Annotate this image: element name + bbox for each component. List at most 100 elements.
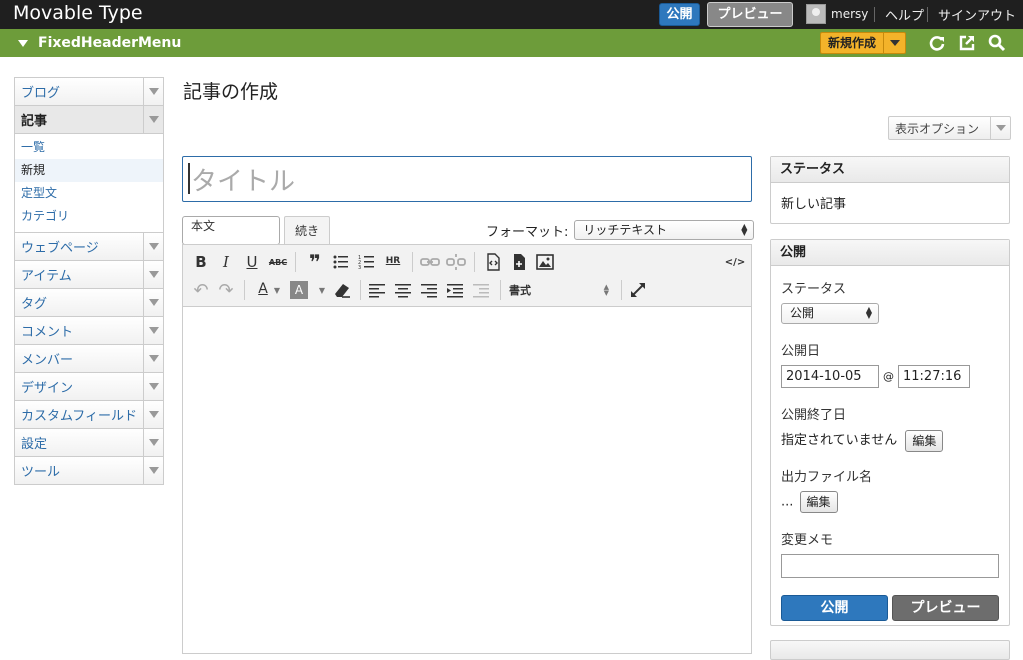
new-button[interactable]: 新規作成 (820, 32, 884, 54)
edit-unpublish-button[interactable]: 編集 (905, 429, 944, 452)
chevron-down-icon[interactable] (143, 401, 163, 428)
new-menu[interactable]: 新規作成 (820, 32, 907, 54)
sidebar-item-label: 記事 (21, 114, 48, 129)
avatar (806, 4, 826, 24)
sidebar-item-assets[interactable]: アイテム (15, 261, 163, 289)
sidebar-item-design[interactable]: デザイン (15, 373, 163, 401)
view-site-icon[interactable] (958, 34, 976, 52)
chevron-down-icon[interactable] (143, 289, 163, 316)
align-left-icon[interactable] (366, 279, 388, 301)
signout-link[interactable]: サインアウト (938, 5, 1016, 24)
strikethrough-icon[interactable]: ABC (267, 251, 289, 273)
eraser-icon[interactable] (331, 279, 353, 301)
undo-icon[interactable]: ↶ (190, 279, 212, 301)
bold-icon[interactable]: B (190, 251, 212, 273)
sidebar-item-tags[interactable]: タグ (15, 289, 163, 317)
new-dropdown-toggle[interactable] (883, 32, 907, 54)
top-bar: Movable Type 公開 プレビュー mersy ヘルプ サインアウト (0, 0, 1023, 29)
insert-image-icon[interactable] (534, 251, 556, 273)
chevron-down-icon[interactable] (143, 78, 163, 105)
link-icon[interactable] (419, 251, 441, 273)
sidebar-item-label: カスタムフィールド (21, 409, 137, 424)
sidebar-item-settings[interactable]: 設定 (15, 429, 163, 457)
preview-button-top[interactable]: プレビュー (707, 2, 793, 27)
sidebar-item-comments[interactable]: コメント (15, 317, 163, 345)
title-input[interactable]: タイトル (182, 156, 752, 202)
sidebar-item-tools[interactable]: ツール (15, 457, 163, 485)
chevron-down-icon[interactable] (143, 317, 163, 344)
submenu-item-boilerplate[interactable]: 定型文 (15, 182, 163, 205)
html-toggle-icon[interactable]: </> (723, 251, 747, 273)
align-right-icon[interactable] (418, 279, 440, 301)
align-center-icon[interactable] (392, 279, 414, 301)
user-menu[interactable]: mersy (806, 3, 868, 25)
editor-content-area[interactable] (183, 307, 751, 647)
status-select[interactable]: 公開 ▲ ▼ (781, 303, 879, 324)
divider (874, 7, 875, 22)
format-select[interactable]: リッチテキスト ▲ ▼ (574, 220, 755, 240)
chevron-down-icon[interactable] (143, 345, 163, 372)
output-file-value: ... (781, 494, 794, 509)
block-format-select[interactable]: 書式 ▲ ▼ (509, 279, 609, 301)
publish-time-input[interactable]: 11:27:16 (898, 365, 970, 388)
italic-icon[interactable]: I (215, 251, 237, 273)
publish-date-label: 公開日 (781, 344, 821, 359)
outdent-icon[interactable] (470, 279, 492, 301)
submenu-item-new[interactable]: 新規 (15, 159, 163, 182)
chevron-down-icon[interactable]: ▼ (271, 279, 283, 301)
background-color-icon[interactable]: A (290, 281, 308, 299)
divider (927, 7, 928, 22)
tab-more[interactable]: 続き (284, 216, 331, 244)
blockquote-icon[interactable]: ❞ (304, 250, 326, 274)
publish-button[interactable]: 公開 (781, 594, 888, 621)
chevron-down-icon[interactable] (143, 261, 163, 288)
insert-file-icon[interactable] (508, 251, 530, 273)
search-icon[interactable] (988, 34, 1006, 52)
updown-icon: ▲ ▼ (865, 305, 872, 320)
sidebar-item-label: コメント (21, 325, 74, 340)
unpublish-date-value: 指定されていません (781, 433, 898, 448)
indent-icon[interactable] (444, 279, 466, 301)
chevron-down-icon[interactable] (143, 429, 163, 456)
submenu-item-categories[interactable]: カテゴリ (15, 205, 163, 228)
help-link[interactable]: ヘルプ (885, 5, 924, 24)
underline-icon[interactable]: U (241, 251, 263, 273)
sidebar-item-custom-fields[interactable]: カスタムフィールド (15, 401, 163, 429)
change-note-label: 変更メモ (781, 532, 834, 548)
chevron-down-icon[interactable]: ▼ (316, 279, 328, 301)
publish-button-top[interactable]: 公開 (659, 3, 700, 26)
preview-button[interactable]: プレビュー (892, 594, 999, 621)
horizontal-rule-icon[interactable]: HR (382, 250, 404, 272)
sidebar-item-webpages[interactable]: ウェブページ (15, 233, 163, 261)
text-caret (188, 163, 190, 194)
tab-body[interactable]: 本文 (182, 216, 280, 245)
insert-code-file-icon[interactable] (482, 251, 504, 273)
refresh-icon[interactable] (928, 34, 946, 52)
chevron-down-icon[interactable] (143, 233, 163, 260)
submenu-item-list[interactable]: 一覧 (15, 136, 163, 159)
rich-text-editor: B I U ABC ❞ 123 HR </> ↶ ↷ A ▼ A ▼ 書式 ▲ … (182, 244, 752, 654)
bullet-list-icon[interactable] (330, 251, 352, 273)
format-label: フォーマット: (486, 224, 569, 240)
display-options-button[interactable]: 表示オプション (888, 116, 1011, 140)
edit-filename-button[interactable]: 編集 (799, 490, 838, 513)
publish-date-input[interactable]: 2014-10-05 (781, 365, 879, 388)
redo-icon[interactable]: ↷ (215, 279, 237, 301)
blog-switcher[interactable]: FixedHeaderMenu (18, 35, 181, 51)
chevron-down-icon[interactable] (143, 457, 163, 484)
chevron-down-icon[interactable] (143, 373, 163, 400)
fullscreen-icon[interactable] (627, 279, 649, 301)
divider (295, 252, 296, 272)
unlink-icon[interactable] (445, 251, 467, 273)
divider (244, 280, 245, 300)
unpublish-date-row: 指定されていません 編集 (781, 429, 999, 452)
app-logo[interactable]: Movable Type (13, 2, 143, 24)
sidebar-item-members[interactable]: メンバー (15, 345, 163, 373)
numbered-list-icon[interactable]: 123 (356, 251, 378, 273)
publish-date-row: 2014-10-05 @ 11:27:16 (781, 365, 999, 388)
sidebar-item-entries[interactable]: 記事 (15, 106, 163, 134)
sidebar-item-blog[interactable]: ブログ (15, 78, 163, 106)
change-note-input[interactable] (781, 553, 999, 578)
chevron-down-icon[interactable] (143, 106, 163, 133)
status-value: 新しい記事 (781, 197, 847, 212)
